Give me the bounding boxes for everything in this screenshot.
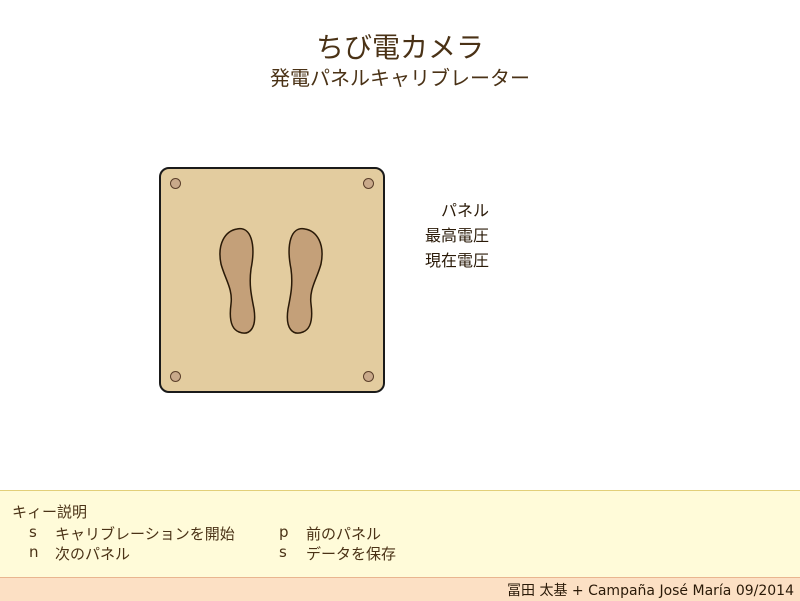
screw-icon <box>363 371 374 382</box>
key-s-save: s <box>279 543 287 561</box>
footprints-icon <box>219 228 323 334</box>
max-voltage-label: 最高電圧 <box>424 226 489 245</box>
key-p: p <box>279 523 289 541</box>
key-s-description: キャリブレーションを開始 <box>55 525 235 543</box>
key-n-description: 次のパネル <box>55 545 131 563</box>
key-n: n <box>29 543 39 561</box>
panel-info: パネル 最高電圧 現在電圧 <box>418 198 508 273</box>
right-footprint <box>286 228 323 334</box>
current-voltage-label: 現在電圧 <box>424 251 489 270</box>
help-title: キィー説明 <box>12 503 88 521</box>
screw-icon <box>170 178 181 189</box>
credit-text: 冨田 太基 + Campaña José María 09/2014 <box>507 583 794 599</box>
key-s: s <box>29 523 37 541</box>
key-help: キィー説明 s キャリブレーションを開始 n 次のパネル p 前のパネル s デ… <box>0 490 800 577</box>
page-title: ちび電カメラ <box>315 31 484 64</box>
page-subtitle: 発電パネルキャリブレーター <box>270 66 530 90</box>
power-panel <box>159 167 385 393</box>
left-footprint <box>219 228 256 334</box>
footer: 冨田 太基 + Campaña José María 09/2014 <box>0 577 800 601</box>
key-s-save-description: データを保存 <box>306 545 397 563</box>
key-p-description: 前のパネル <box>306 525 382 543</box>
screw-icon <box>363 178 374 189</box>
screw-icon <box>170 371 181 382</box>
panel-label: パネル <box>440 201 489 220</box>
